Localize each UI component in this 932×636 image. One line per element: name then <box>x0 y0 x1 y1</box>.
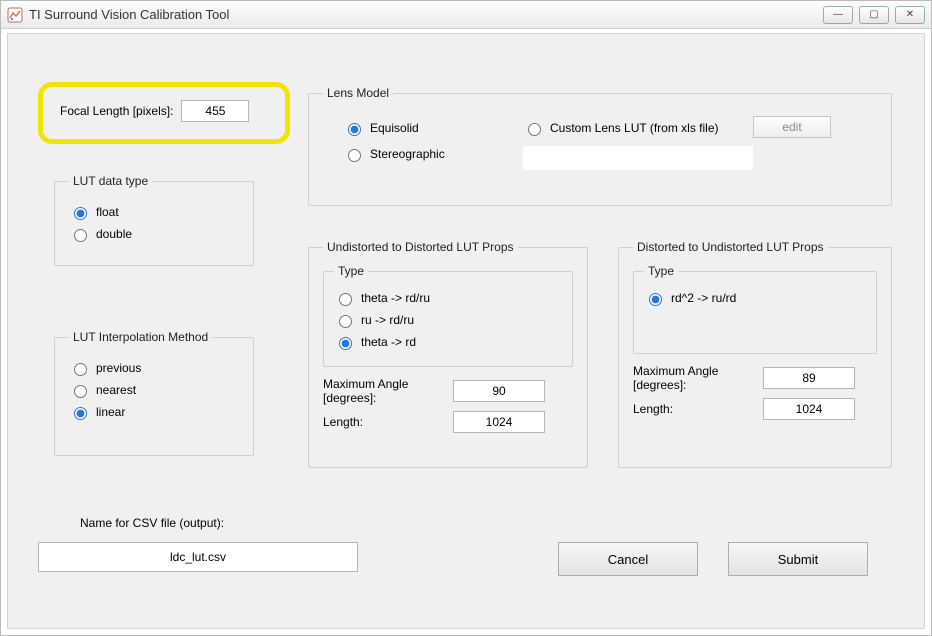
interp-nearest-radio[interactable] <box>74 385 87 398</box>
lens-equisolid-label[interactable]: Equisolid <box>370 121 419 135</box>
u2d-type-group: Type theta -> rd/ru ru -> rd/ru theta ->… <box>323 264 573 367</box>
window: TI Surround Vision Calibration Tool — ▢ … <box>0 0 932 636</box>
d2u-legend: Distorted to Undistorted LUT Props <box>633 240 828 254</box>
d2u-maxangle-input[interactable] <box>763 367 855 389</box>
lens-equisolid-radio[interactable] <box>348 123 361 136</box>
u2d-type-theta-rdru-radio[interactable] <box>339 293 352 306</box>
focal-length-row: Focal Length [pixels]: <box>60 100 249 122</box>
lut-type-double-label[interactable]: double <box>96 227 132 241</box>
u2d-length-label: Length: <box>323 415 443 429</box>
maximize-button[interactable]: ▢ <box>859 6 889 24</box>
lens-model-legend: Lens Model <box>323 86 393 100</box>
interp-previous-radio[interactable] <box>74 363 87 376</box>
d2u-type-rd2-rurd-label[interactable]: rd^2 -> ru/rd <box>671 291 736 305</box>
csv-output-label: Name for CSV file (output): <box>80 516 224 530</box>
d2u-group: Distorted to Undistorted LUT Props Type … <box>618 240 892 468</box>
d2u-type-legend: Type <box>644 264 678 278</box>
titlebar: TI Surround Vision Calibration Tool — ▢ … <box>1 1 931 29</box>
lens-custom-radio[interactable] <box>528 123 541 136</box>
u2d-type-ru-rdru-label[interactable]: ru -> rd/ru <box>361 313 414 327</box>
interp-linear-label[interactable]: linear <box>96 405 125 419</box>
lens-model-group: Lens Model Equisolid Stereographic C <box>308 86 892 206</box>
lens-stereographic-label[interactable]: Stereographic <box>370 147 445 161</box>
app-icon <box>7 7 23 23</box>
u2d-type-theta-rd-radio[interactable] <box>339 337 352 350</box>
lut-type-double-radio[interactable] <box>74 229 87 242</box>
interp-previous-label[interactable]: previous <box>96 361 141 375</box>
focal-length-input[interactable] <box>181 100 249 122</box>
window-buttons: — ▢ ✕ <box>823 6 925 24</box>
d2u-length-input[interactable] <box>763 398 855 420</box>
lens-stereographic-radio[interactable] <box>348 149 361 162</box>
u2d-type-ru-rdru-radio[interactable] <box>339 315 352 328</box>
d2u-type-group: Type rd^2 -> ru/rd <box>633 264 877 354</box>
lens-edit-button[interactable]: edit <box>753 116 831 138</box>
u2d-type-theta-rd-label[interactable]: theta -> rd <box>361 335 416 349</box>
d2u-length-label: Length: <box>633 402 753 416</box>
minimize-button[interactable]: — <box>823 6 853 24</box>
d2u-type-rd2-rurd-radio[interactable] <box>649 293 662 306</box>
csv-output-input[interactable] <box>38 542 358 572</box>
lut-type-float-label[interactable]: float <box>96 205 119 219</box>
u2d-length-input[interactable] <box>453 411 545 433</box>
lens-custom-path-input[interactable] <box>523 146 753 170</box>
content-panel: Focal Length [pixels]: LUT data type flo… <box>7 33 925 629</box>
u2d-maxangle-input[interactable] <box>453 380 545 402</box>
close-button[interactable]: ✕ <box>895 6 925 24</box>
submit-button[interactable]: Submit <box>728 542 868 576</box>
lut-data-type-legend: LUT data type <box>69 174 152 188</box>
d2u-maxangle-label: Maximum Angle [degrees]: <box>633 364 753 392</box>
lut-data-type-group: LUT data type float double <box>54 174 254 266</box>
lut-interp-legend: LUT Interpolation Method <box>69 330 212 344</box>
cancel-button[interactable]: Cancel <box>558 542 698 576</box>
interp-nearest-label[interactable]: nearest <box>96 383 136 397</box>
focal-length-label: Focal Length [pixels]: <box>60 104 173 118</box>
window-title: TI Surround Vision Calibration Tool <box>29 7 823 22</box>
lens-custom-label[interactable]: Custom Lens LUT (from xls file) <box>550 121 719 135</box>
lut-type-float-radio[interactable] <box>74 207 87 220</box>
u2d-type-theta-rdru-label[interactable]: theta -> rd/ru <box>361 291 430 305</box>
u2d-group: Undistorted to Distorted LUT Props Type … <box>308 240 588 468</box>
lut-interp-group: LUT Interpolation Method previous neares… <box>54 330 254 456</box>
u2d-legend: Undistorted to Distorted LUT Props <box>323 240 518 254</box>
u2d-maxangle-label: Maximum Angle [degrees]: <box>323 377 443 405</box>
u2d-type-legend: Type <box>334 264 368 278</box>
interp-linear-radio[interactable] <box>74 407 87 420</box>
